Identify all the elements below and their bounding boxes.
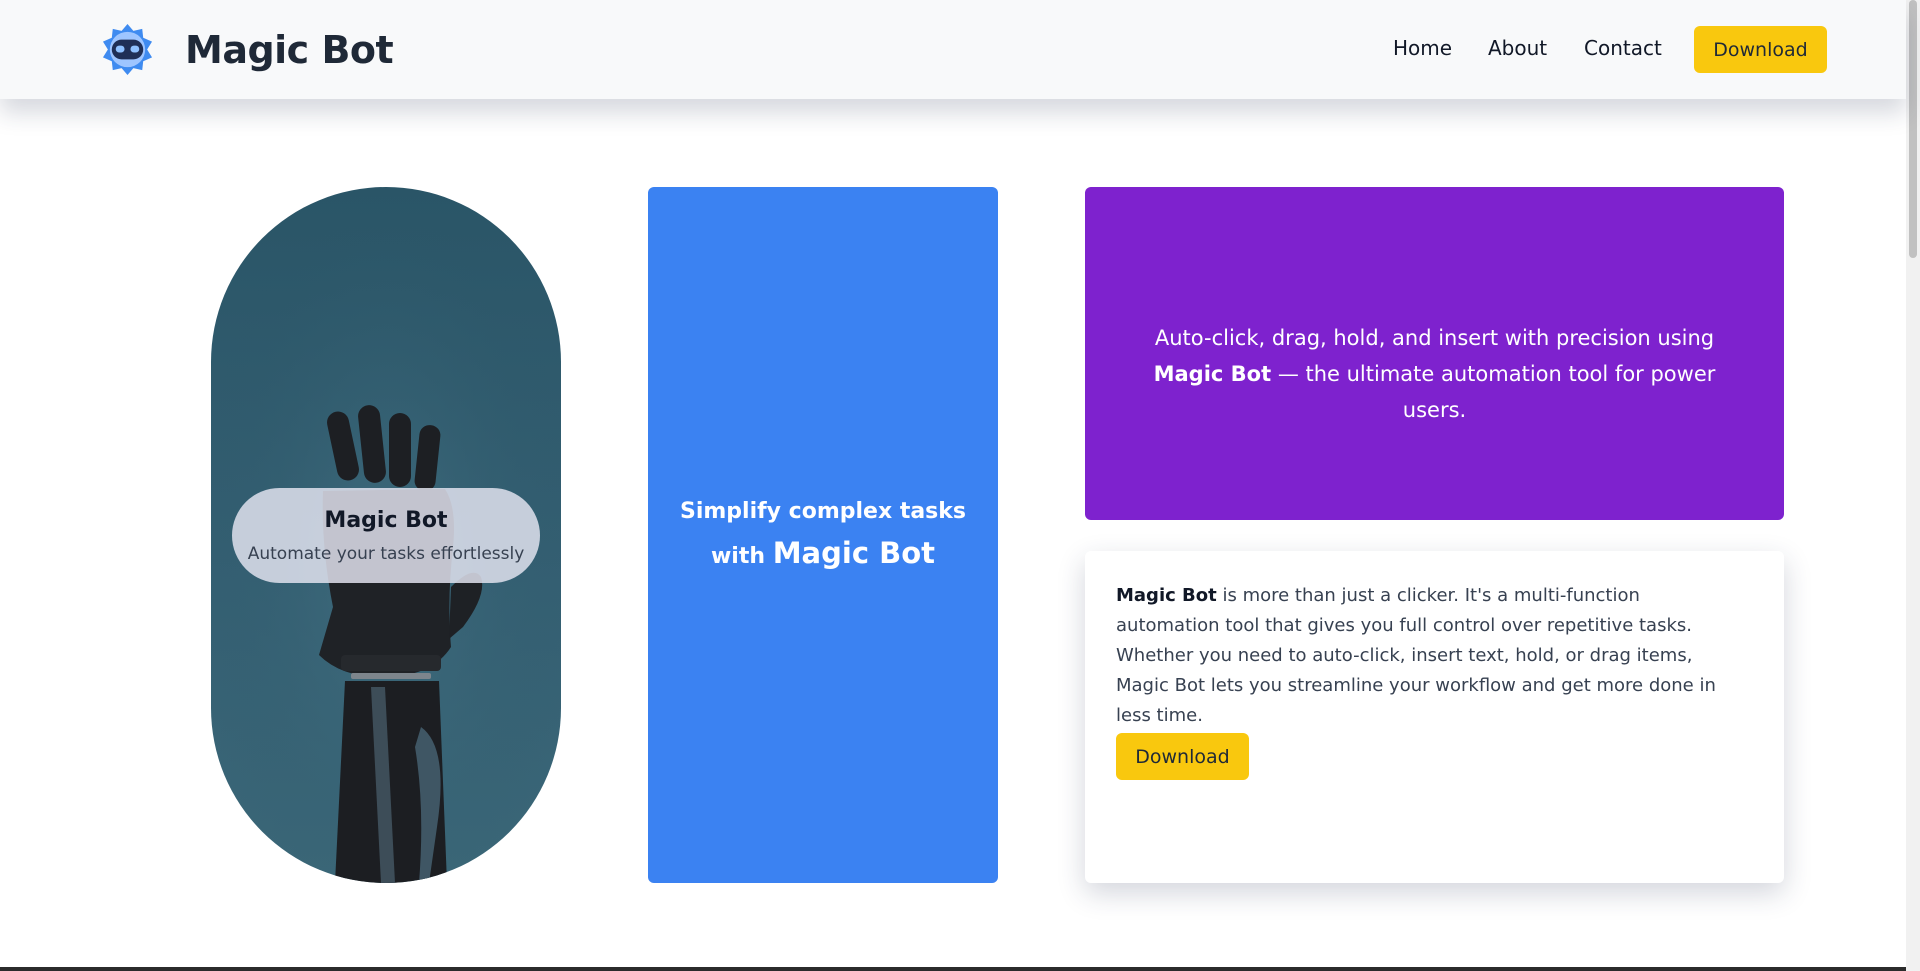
robot-gear-icon[interactable] — [101, 23, 154, 76]
scrollbar-thumb[interactable] — [1909, 0, 1917, 258]
tagline-before: Auto-click, drag, hold, and insert with … — [1154, 326, 1715, 350]
pill-caption: Magic Bot Automate your tasks effortless… — [232, 488, 540, 583]
brand-title[interactable]: Magic Bot — [185, 28, 394, 72]
window-bottom-border — [0, 967, 1906, 971]
simplify-line1: Simplify complex tasks — [679, 499, 967, 524]
simplify-brand: Magic Bot — [772, 536, 936, 570]
tagline-brand: Magic Bot — [1153, 362, 1272, 386]
navbar: Magic Bot Home About Contact Download — [0, 0, 1906, 99]
nav-download-button[interactable]: Download — [1694, 26, 1827, 73]
nav-home-link[interactable]: Home — [1393, 36, 1452, 60]
nav-contact-link[interactable]: Contact — [1584, 36, 1662, 60]
pill-title: Magic Bot — [324, 508, 448, 533]
description-text: Magic Bot is more than just a clicker. I… — [1116, 581, 1744, 731]
description-brand: Magic Bot — [1116, 585, 1217, 606]
tagline-card: Auto-click, drag, hold, and insert with … — [1085, 187, 1784, 520]
simplify-card: Simplify complex tasks with Magic Bot — [648, 187, 998, 883]
card-download-button[interactable]: Download — [1116, 733, 1249, 780]
nav-about-link[interactable]: About — [1488, 36, 1547, 60]
description-card: Magic Bot is more than just a clicker. I… — [1085, 551, 1784, 883]
robot-hand-pill: Magic Bot Automate your tasks effortless… — [211, 187, 561, 883]
tagline-after: — the ultimate automation tool for power… — [1277, 362, 1716, 422]
simplify-line2: with Magic Bot — [648, 536, 998, 570]
description-body: is more than just a clicker. It's a mult… — [1116, 585, 1716, 726]
tagline-text: Auto-click, drag, hold, and insert with … — [1125, 320, 1744, 428]
pill-subtitle: Automate your tasks effortlessly — [247, 544, 525, 564]
simplify-with: with — [710, 544, 766, 569]
